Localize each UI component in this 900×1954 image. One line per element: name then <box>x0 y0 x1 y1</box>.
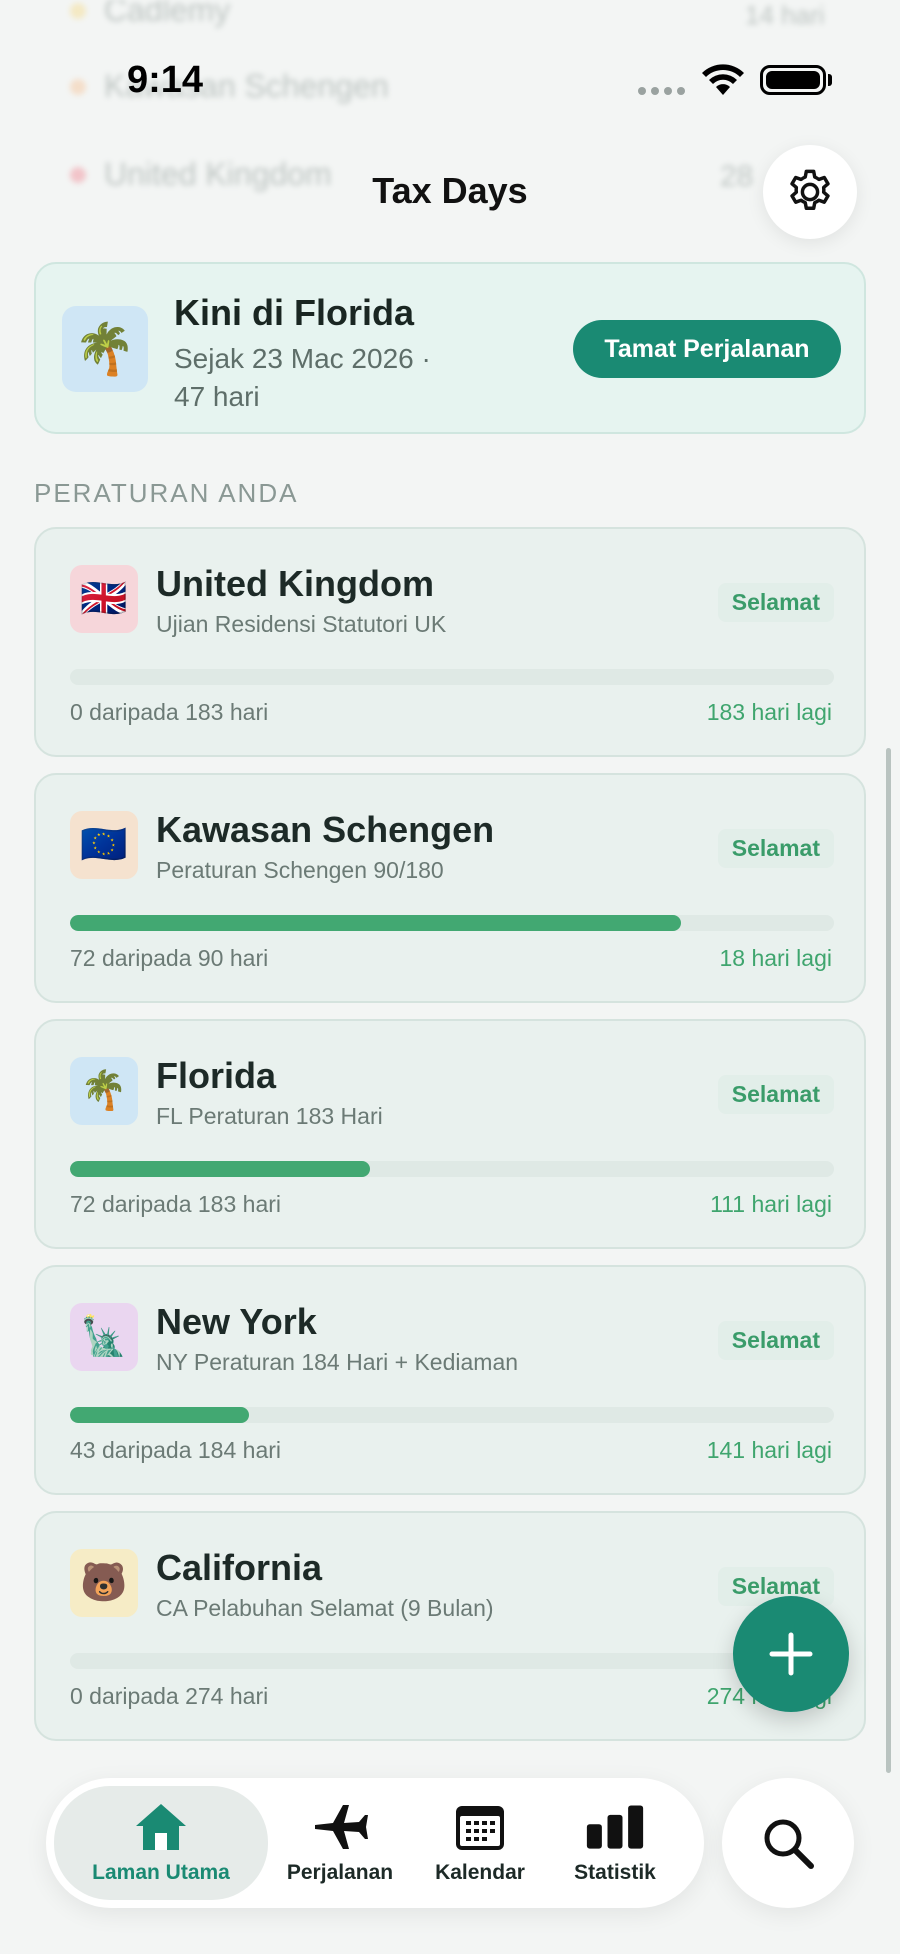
rule-name: California <box>156 1547 323 1588</box>
progress-bar <box>70 1161 834 1177</box>
rule-days-used: 43 daripada 184 hari <box>70 1437 281 1463</box>
calendar-icon <box>450 1801 510 1853</box>
search-button[interactable] <box>722 1778 854 1908</box>
battery-nub <box>828 74 832 86</box>
progress-bar <box>70 1407 834 1423</box>
rule-card-schengen[interactable]: 🇪🇺 Kawasan Schengen Peraturan Schengen 9… <box>34 773 866 1003</box>
status-badge: Selamat <box>717 829 834 868</box>
current-trip-subtitle: Sejak 23 Mac 2026 · 47 hari <box>174 343 431 412</box>
rule-days-left: 141 hari lagi <box>706 1437 832 1463</box>
bear-icon: 🐻 <box>70 1549 138 1617</box>
tab-trips[interactable]: Perjalanan <box>270 1786 410 1900</box>
rule-days-used: 0 daripada 183 hari <box>70 699 269 725</box>
search-icon <box>764 1819 814 1869</box>
uk-flag-icon: 🇬🇧 <box>70 565 138 633</box>
rule-days-left: 183 hari lagi <box>706 699 832 725</box>
tab-stats[interactable]: Statistik <box>550 1786 680 1900</box>
rule-days-used: 72 daripada 183 hari <box>70 1191 281 1217</box>
bottom-nav: Laman Utama Perjalanan Kalendar Statisti… <box>46 1778 704 1908</box>
add-trip-button[interactable] <box>733 1596 849 1712</box>
rule-days-used: 72 daripada 90 hari <box>70 945 269 971</box>
current-trip-card[interactable]: 🌴 Kini di Florida Sejak 23 Mac 2026 · 47… <box>34 262 866 434</box>
settings-button[interactable] <box>763 145 857 239</box>
ghost-row: Cadlemy <box>70 0 230 29</box>
current-trip-title: Kini di Florida <box>174 292 414 333</box>
bar-chart-icon <box>585 1801 645 1853</box>
palm-tree-icon: 🌴 <box>70 1057 138 1125</box>
rule-description: Peraturan Schengen 90/180 <box>156 857 444 883</box>
tab-calendar-label: Kalendar <box>435 1861 525 1884</box>
progress-fill <box>70 1161 371 1177</box>
rule-description: CA Pelabuhan Selamat (9 Bulan) <box>156 1595 494 1621</box>
end-trip-button[interactable]: Tamat Perjalanan <box>573 320 841 378</box>
rule-card-florida[interactable]: 🌴 Florida FL Peraturan 183 Hari Selamat … <box>34 1019 866 1249</box>
gear-icon <box>790 169 830 210</box>
tab-calendar[interactable]: Kalendar <box>418 1786 542 1900</box>
ghost-row-name: Cadlemy <box>104 0 231 28</box>
progress-bar <box>70 915 834 931</box>
status-badge: Selamat <box>717 583 834 622</box>
rule-days-left: 111 hari lagi <box>710 1191 832 1217</box>
ghost-row-value: 14 hari <box>745 0 825 30</box>
palm-tree-icon: 🌴 <box>62 306 148 392</box>
progress-fill <box>70 1407 249 1423</box>
progress-bar <box>70 1653 834 1669</box>
rule-name: New York <box>156 1301 317 1342</box>
cellular-signal-icon <box>638 87 685 95</box>
battery-icon <box>760 65 826 95</box>
rule-name: Florida <box>156 1055 277 1096</box>
status-badge: Selamat <box>717 1075 834 1114</box>
rule-name: Kawasan Schengen <box>156 809 495 850</box>
rule-name: United Kingdom <box>156 563 434 604</box>
status-badge: Selamat <box>717 1321 834 1360</box>
wifi-icon <box>702 64 744 95</box>
rule-description: NY Peraturan 184 Hari + Kediaman <box>156 1349 519 1375</box>
statue-of-liberty-icon: 🗽 <box>70 1303 138 1371</box>
plus-icon <box>769 1632 813 1676</box>
rule-card-uk[interactable]: 🇬🇧 United Kingdom Ujian Residensi Statut… <box>34 527 866 757</box>
tab-stats-label: Statistik <box>574 1861 656 1884</box>
airplane-icon <box>310 1801 370 1853</box>
rule-description: FL Peraturan 183 Hari <box>156 1103 383 1129</box>
tab-trips-label: Perjalanan <box>286 1861 394 1884</box>
home-icon <box>131 1801 191 1853</box>
eu-flag-icon: 🇪🇺 <box>70 811 138 879</box>
progress-bar <box>70 669 834 685</box>
rule-description: Ujian Residensi Statutori UK <box>156 611 447 637</box>
scrollbar[interactable] <box>886 748 891 1773</box>
status-bar: 9:14 <box>0 55 900 105</box>
ghost-dot <box>70 2 86 19</box>
rule-days-used: 0 daripada 274 hari <box>70 1683 269 1709</box>
tab-home[interactable]: Laman Utama <box>54 1786 268 1900</box>
background-scroll-content: Cadlemy Kawasan Schengen United Kingdom … <box>0 0 900 250</box>
tab-home-label: Laman Utama <box>92 1861 230 1884</box>
status-time: 9:14 <box>127 59 204 101</box>
section-label: PERATURAN ANDA <box>34 478 299 508</box>
rule-days-left: 18 hari lagi <box>719 945 832 971</box>
rule-card-new-york[interactable]: 🗽 New York NY Peraturan 184 Hari + Kedia… <box>34 1265 866 1495</box>
progress-fill <box>70 915 682 931</box>
